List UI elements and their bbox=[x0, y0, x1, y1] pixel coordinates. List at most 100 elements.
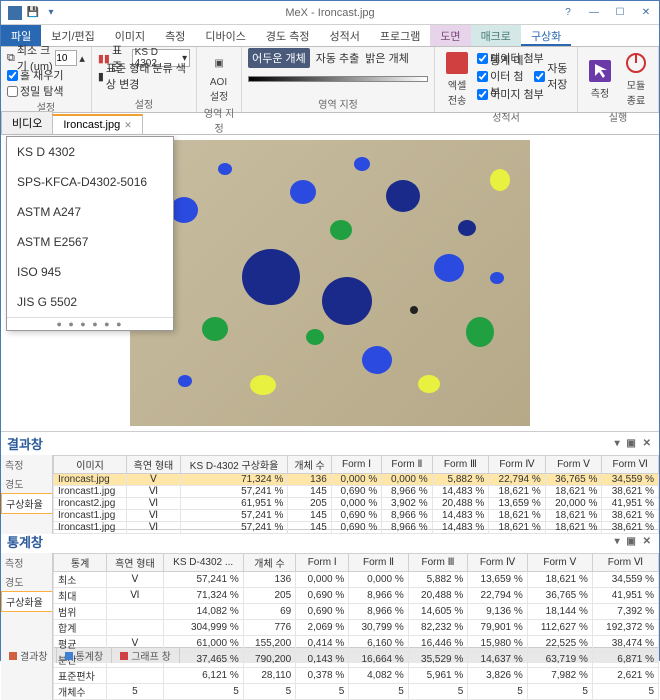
cell: 5,961 % bbox=[408, 668, 468, 684]
col-header[interactable]: Form Ⅴ bbox=[527, 554, 592, 572]
col-header[interactable]: 이미지 bbox=[54, 456, 127, 474]
col-header[interactable]: Form Ⅵ bbox=[592, 554, 658, 572]
dropdown-item[interactable]: ASTM A247 bbox=[7, 197, 173, 227]
ribbon-tab-nodularity[interactable]: 구상화 bbox=[521, 25, 571, 46]
stats-grid[interactable]: 통계흑연 형태KS D-4302 ...개체 수Form ⅠForm ⅡForm… bbox=[53, 553, 659, 700]
ribbon-tab-hardness[interactable]: 경도 측정 bbox=[256, 25, 320, 46]
exit-module-button[interactable]: 모듈 종료 bbox=[620, 49, 652, 109]
excel-icon bbox=[445, 51, 469, 75]
side-tab-measure[interactable]: 측정 bbox=[1, 553, 52, 572]
attach-image-checkbox[interactable] bbox=[477, 89, 488, 100]
cell: 8,966 % bbox=[382, 486, 432, 498]
attach-image-label: 이미지 첨부 bbox=[490, 86, 544, 102]
col-header[interactable]: KS D-4302 ... bbox=[163, 554, 243, 572]
measure-button[interactable]: 측정 bbox=[584, 49, 616, 109]
precise-checkbox[interactable] bbox=[7, 86, 18, 97]
cell: 6,121 % bbox=[163, 668, 243, 684]
auto-extract-button[interactable]: 자동 추출 bbox=[316, 50, 360, 66]
col-header[interactable]: Form Ⅵ bbox=[602, 456, 659, 474]
cell: 14,637 % bbox=[468, 652, 528, 668]
cell: 최대 bbox=[54, 588, 107, 604]
col-header[interactable]: 개체 수 bbox=[288, 456, 331, 474]
col-header[interactable]: Form Ⅱ bbox=[382, 456, 432, 474]
sample-image[interactable] bbox=[130, 140, 530, 426]
dropdown-item[interactable]: ISO 945 bbox=[7, 257, 173, 287]
table-row[interactable]: Ironcast2.jpgⅥ61,951 %2050,000 %3,902 %2… bbox=[54, 498, 659, 510]
dropdown-item[interactable]: ASTM E2567 bbox=[7, 227, 173, 257]
spinner-icon[interactable]: ▴ bbox=[79, 52, 85, 65]
side-tab-nodularity[interactable]: 구상화율 bbox=[1, 591, 52, 612]
excel-export-button[interactable]: 엑셀 전송 bbox=[441, 49, 473, 109]
table-row[interactable]: 개체수555555555 bbox=[54, 684, 659, 700]
cell: 69 bbox=[243, 604, 295, 620]
side-tab-hardness[interactable]: 경도 bbox=[1, 572, 52, 591]
attach-data-checkbox[interactable] bbox=[477, 53, 488, 64]
table-row[interactable]: Ironcast.jpgⅤ71,324 %1360,000 %0,000 %5,… bbox=[54, 474, 659, 486]
help-button[interactable]: ? bbox=[555, 3, 581, 23]
col-header[interactable]: 흑연 형태 bbox=[127, 456, 181, 474]
save-icon[interactable]: 💾 bbox=[25, 5, 41, 21]
dropdown-item[interactable]: KS D 4302 bbox=[7, 137, 173, 167]
col-header[interactable]: Form Ⅳ bbox=[468, 554, 528, 572]
col-header[interactable]: Form Ⅰ bbox=[331, 456, 381, 474]
col-header[interactable]: 개체 수 bbox=[243, 554, 295, 572]
hole-fill-checkbox[interactable] bbox=[7, 70, 18, 81]
side-tab-nodularity[interactable]: 구상화율 bbox=[1, 493, 52, 514]
table-row[interactable]: 합계304,999 %7762,069 %30,799 %82,232 %79,… bbox=[54, 620, 659, 636]
panel-controls[interactable]: ▾ ▣ ✕ bbox=[615, 536, 653, 547]
col-header[interactable]: Form Ⅴ bbox=[545, 456, 602, 474]
threshold-slider[interactable] bbox=[248, 76, 428, 82]
cell: 205 bbox=[288, 498, 331, 510]
doc-tab-file[interactable]: Ironcast.jpg✕ bbox=[52, 114, 142, 134]
maximize-button[interactable]: ☐ bbox=[607, 3, 633, 23]
col-header[interactable]: KS D-4302 구상화율 bbox=[180, 456, 288, 474]
aoi-button[interactable]: ▣AOI 설정 bbox=[203, 49, 235, 105]
close-icon[interactable]: ✕ bbox=[124, 120, 132, 131]
power-icon bbox=[624, 51, 648, 75]
qat-dropdown-icon[interactable]: ▾ bbox=[43, 5, 59, 21]
table-row[interactable]: Ironcast1.jpgⅥ57,241 %1450,690 %8,966 %1… bbox=[54, 510, 659, 522]
col-header[interactable]: 통계 bbox=[54, 554, 107, 572]
results-grid[interactable]: 이미지흑연 형태KS D-4302 구상화율개체 수Form ⅠForm ⅡFo… bbox=[53, 455, 659, 534]
table-row[interactable]: 최대Ⅵ71,324 %2050,690 %8,966 %20,488 %22,7… bbox=[54, 588, 659, 604]
palette-icon: ▮ bbox=[98, 70, 104, 83]
attach-stats-checkbox[interactable] bbox=[477, 71, 488, 82]
dark-object-button[interactable]: 어두운 개체 bbox=[248, 48, 310, 68]
side-tab-hardness[interactable]: 경도 bbox=[1, 474, 52, 493]
ribbon-tab-program[interactable]: 프로그램 bbox=[370, 25, 430, 46]
cell: 28,110 bbox=[243, 668, 295, 684]
doc-tab-video[interactable]: 비디오 bbox=[1, 111, 53, 134]
results-side-tabs: 측정 경도 구상화율 bbox=[1, 455, 53, 534]
panel-controls[interactable]: ▾ ▣ ✕ bbox=[615, 438, 653, 449]
close-button[interactable]: ✕ bbox=[633, 3, 659, 23]
col-header[interactable]: Form Ⅳ bbox=[489, 456, 546, 474]
measure-label: 측정 bbox=[591, 85, 609, 100]
cell: 0,000 % bbox=[296, 572, 349, 588]
cell: Ironcast1.jpg bbox=[54, 510, 127, 522]
table-row[interactable]: Ironcast1.jpgⅥ57,241 %1450,690 %8,966 %1… bbox=[54, 486, 659, 498]
table-row[interactable]: 표준편차6,121 %28,1100,378 %4,082 %5,961 %3,… bbox=[54, 668, 659, 684]
ribbon-tab-report[interactable]: 성적서 bbox=[319, 25, 369, 46]
col-header[interactable]: Form Ⅰ bbox=[296, 554, 349, 572]
col-header[interactable]: 흑연 형태 bbox=[107, 554, 163, 572]
popup-grip[interactable]: ● ● ● ● ● ● bbox=[7, 317, 173, 330]
col-header[interactable]: Form Ⅲ bbox=[432, 456, 489, 474]
dropdown-item[interactable]: SPS-KFCA-D4302-5016 bbox=[7, 167, 173, 197]
col-header[interactable]: Form Ⅱ bbox=[349, 554, 409, 572]
dropdown-item[interactable]: JIS G 5502 bbox=[7, 287, 173, 317]
table-row[interactable]: 최소Ⅴ57,241 %1360,000 %0,000 %5,882 %13,65… bbox=[54, 572, 659, 588]
ribbon-tab-measure[interactable]: 측정 bbox=[155, 25, 195, 46]
std-type-label[interactable]: 표준 형태 분류 색상 변경 bbox=[106, 60, 190, 92]
side-tab-measure[interactable]: 측정 bbox=[1, 455, 52, 474]
auto-save-checkbox[interactable] bbox=[534, 71, 545, 82]
cell: 5 bbox=[527, 684, 592, 700]
ribbon-tab-drawing[interactable]: 도면 bbox=[430, 25, 470, 46]
min-size-input[interactable] bbox=[55, 50, 77, 66]
ribbon-tab-device[interactable]: 디바이스 bbox=[195, 25, 255, 46]
excel-label: 엑셀 전송 bbox=[448, 77, 466, 107]
col-header[interactable]: Form Ⅲ bbox=[408, 554, 468, 572]
bright-object-button[interactable]: 밝은 개체 bbox=[365, 50, 409, 66]
table-row[interactable]: 범위14,082 %690,690 %8,966 %14,605 %9,136 … bbox=[54, 604, 659, 620]
ribbon-tab-macro[interactable]: 매크로 bbox=[471, 25, 521, 46]
minimize-button[interactable]: — bbox=[581, 3, 607, 23]
